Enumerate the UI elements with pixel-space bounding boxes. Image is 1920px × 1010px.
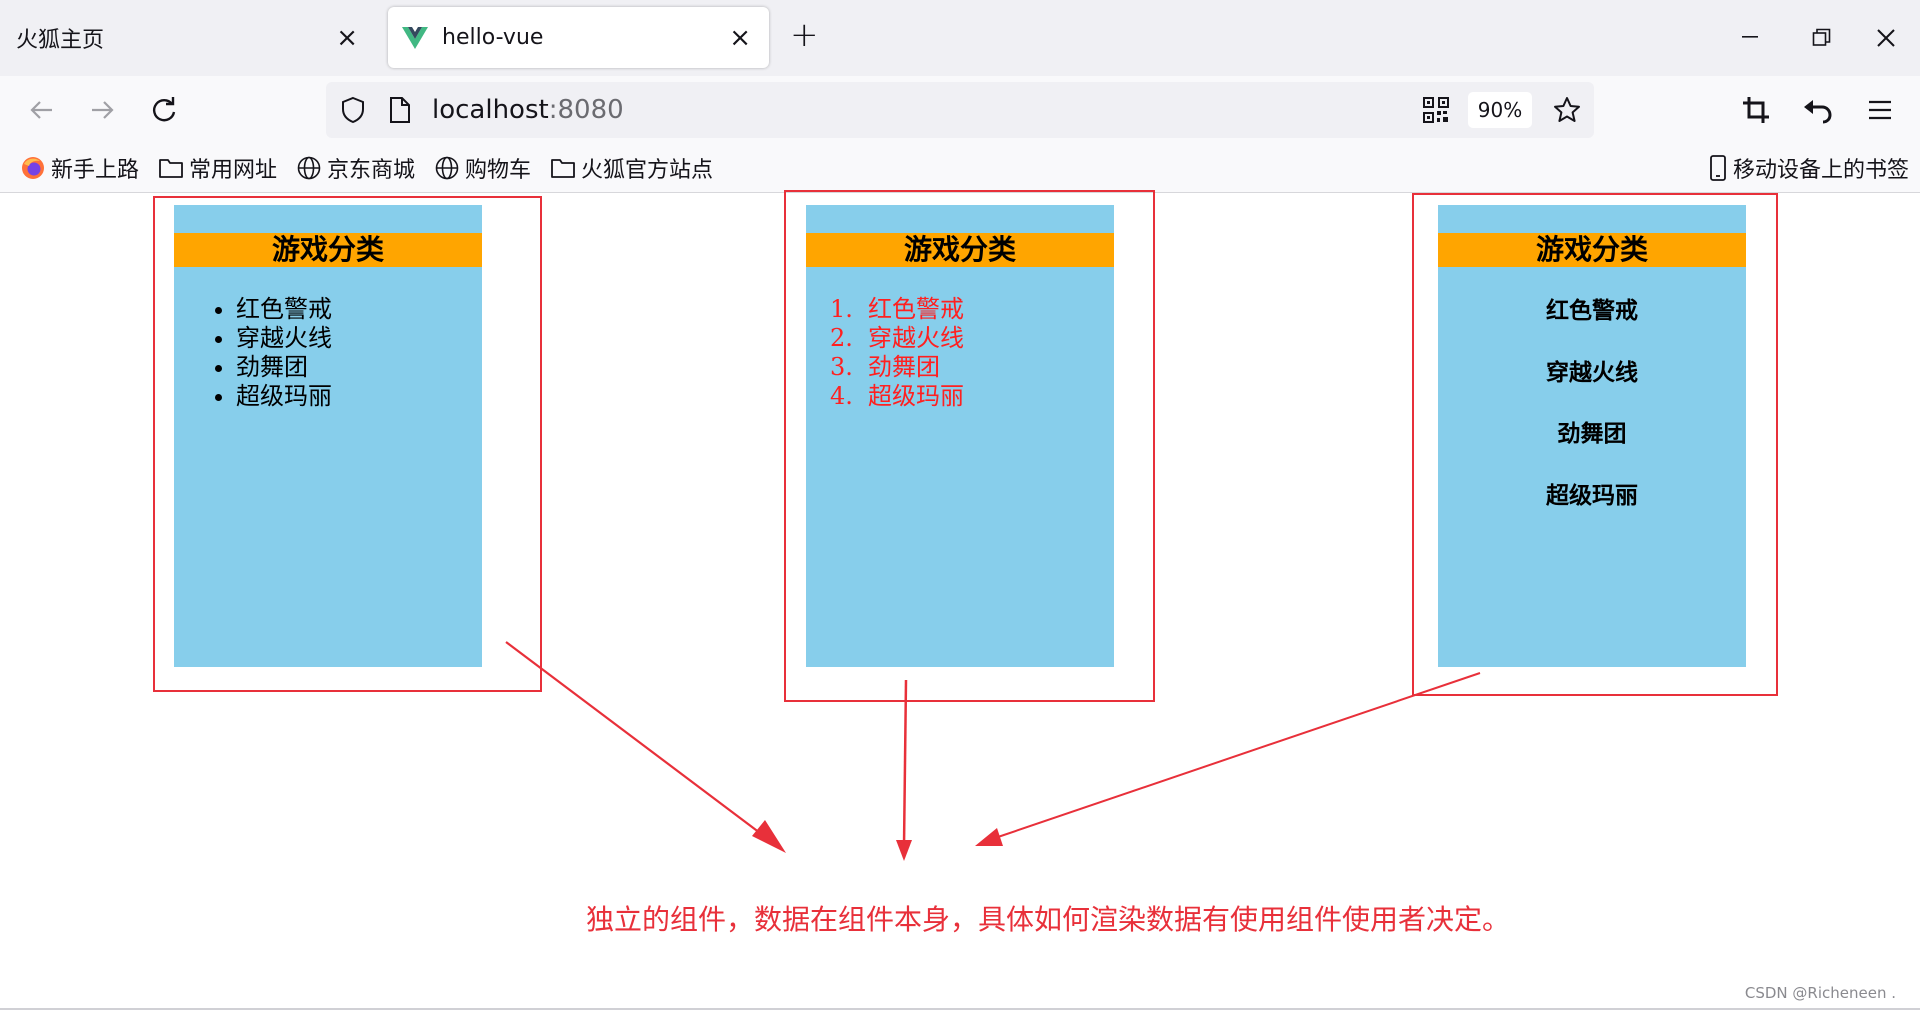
arrow-middle bbox=[902, 679, 908, 847]
watermark: CSDN @Richeneen . bbox=[1744, 984, 1896, 1002]
annotation-arrows bbox=[505, 641, 1481, 861]
arrow-left bbox=[505, 641, 773, 843]
arrow-right-head bbox=[975, 828, 1003, 846]
arrow-left-head bbox=[752, 820, 786, 853]
arrow-right bbox=[994, 672, 1481, 839]
annotation-text: 独立的组件，数据在组件本身，具体如何渲染数据有使用组件使用者决定。 bbox=[585, 903, 1510, 936]
arrow-middle-head bbox=[896, 840, 912, 861]
